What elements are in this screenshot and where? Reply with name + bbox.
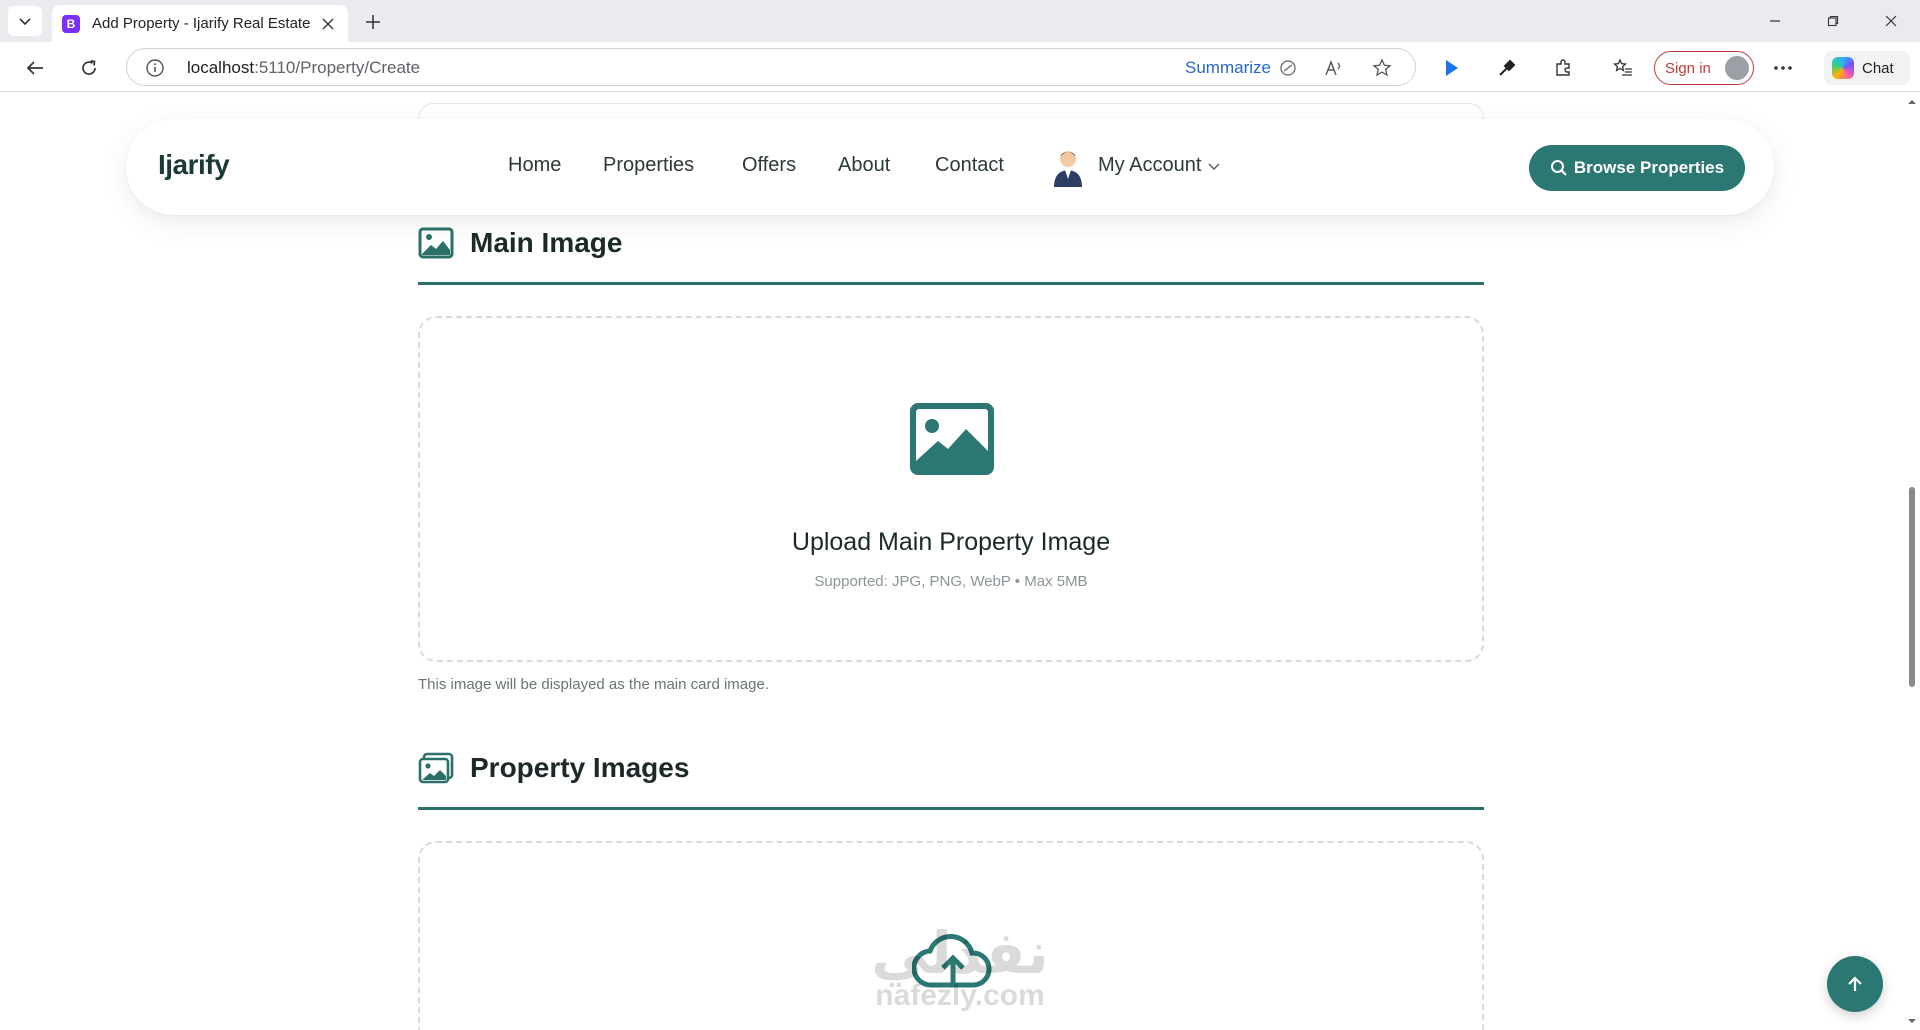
browser-toolbar: localhost:5110/Property/Create Summarize… <box>0 42 1920 92</box>
site-info-icon[interactable] <box>145 58 165 78</box>
copilot-chat-button[interactable]: Chat <box>1824 51 1910 85</box>
nafezly-watermark: نفذلي nafezly.com <box>850 919 1070 1013</box>
close-window-icon[interactable] <box>1862 0 1920 42</box>
main-image-section-header: Main Image <box>418 227 622 259</box>
scrollbar-thumb[interactable] <box>1909 487 1915 687</box>
main-image-dropzone[interactable]: Upload Main Property Image Supported: JP… <box>418 316 1484 662</box>
arrow-up-icon <box>1848 976 1862 991</box>
nav-link-offers[interactable]: Offers <box>742 154 796 177</box>
url-text: localhost:5110/Property/Create <box>187 58 420 78</box>
supported-formats-text: Supported: JPG, PNG, WebP • Max 5MB <box>814 573 1088 590</box>
nav-link-home[interactable]: Home <box>508 154 561 177</box>
search-icon <box>1550 160 1567 176</box>
reload-icon[interactable] <box>72 51 106 85</box>
page-viewport: Ijarify Home Properties Offers About Con… <box>0 93 1920 1030</box>
favorites-list-icon[interactable] <box>1606 51 1640 85</box>
my-account-label: My Account <box>1098 154 1202 176</box>
property-images-divider <box>418 807 1484 810</box>
main-image-title: Main Image <box>470 227 623 258</box>
nav-link-about[interactable]: About <box>838 154 890 177</box>
tab-list-chevron-icon[interactable] <box>8 6 42 36</box>
chevron-down-icon <box>1208 163 1220 170</box>
property-images-title: Property Images <box>470 752 690 783</box>
tab-title: Add Property - Ijarify Real Estate <box>92 15 311 32</box>
main-image-help-text: This image will be displayed as the main… <box>418 676 769 693</box>
summarize-button[interactable]: Summarize <box>1185 58 1271 78</box>
browse-properties-label: Browse Properties <box>1573 158 1725 177</box>
restore-icon[interactable] <box>1804 0 1862 42</box>
image-icon <box>418 227 454 259</box>
main-image-divider <box>418 282 1484 285</box>
play-arrow-icon[interactable] <box>1434 51 1468 85</box>
watermark-arabic: نفذلي <box>871 919 1049 987</box>
chat-label: Chat <box>1862 59 1894 77</box>
site-navbar: Ijarify Home Properties Offers About Con… <box>126 119 1774 215</box>
address-bar[interactable]: localhost:5110/Property/Create Summarize <box>126 48 1416 86</box>
browser-tab-active[interactable]: B Add Property - Ijarify Real Estate <box>52 5 348 42</box>
back-arrow-icon[interactable] <box>18 51 52 85</box>
url-path: :5110/Property/Create <box>254 58 421 77</box>
browser-tab-bar: B Add Property - Ijarify Real Estate <box>0 0 1920 42</box>
tab-favicon-icon: B <box>62 14 80 33</box>
scroll-down-arrow-icon[interactable] <box>1907 1016 1917 1026</box>
tab-close-icon[interactable] <box>318 14 338 34</box>
browse-properties-button[interactable]: Browse Properties <box>1529 145 1745 191</box>
read-aloud-icon[interactable] <box>1323 57 1345 79</box>
more-options-icon[interactable] <box>1766 51 1800 85</box>
extensions-puzzle-icon[interactable] <box>1546 51 1580 85</box>
images-icon <box>418 752 454 784</box>
account-avatar-icon[interactable] <box>1050 147 1086 187</box>
scroll-up-arrow-icon[interactable] <box>1907 97 1917 107</box>
upload-image-icon <box>910 403 994 475</box>
url-host: localhost <box>187 58 255 77</box>
upload-main-image-title: Upload Main Property Image <box>791 528 1111 556</box>
sign-in-label: Sign in <box>1665 59 1711 77</box>
favorite-star-icon[interactable] <box>1371 57 1393 79</box>
my-account-dropdown[interactable]: My Account <box>1098 154 1221 177</box>
profile-avatar-icon <box>1725 56 1749 80</box>
brand-logo[interactable]: Ijarify <box>158 149 230 181</box>
copilot-icon <box>1832 57 1854 79</box>
eyedropper-icon[interactable] <box>1490 51 1524 85</box>
new-tab-plus-icon[interactable] <box>358 8 388 36</box>
page-scrollbar[interactable] <box>1904 93 1920 1030</box>
nav-link-properties[interactable]: Properties <box>603 154 694 177</box>
sign-in-button[interactable]: Sign in <box>1654 51 1754 85</box>
property-images-section-header: Property Images <box>418 752 689 784</box>
minimize-icon[interactable] <box>1746 0 1804 42</box>
summarize-icon[interactable] <box>1277 57 1299 79</box>
back-to-top-button[interactable] <box>1827 956 1883 1012</box>
nav-link-contact[interactable]: Contact <box>935 154 1004 177</box>
watermark-latin: nafezly.com <box>875 979 1045 1012</box>
